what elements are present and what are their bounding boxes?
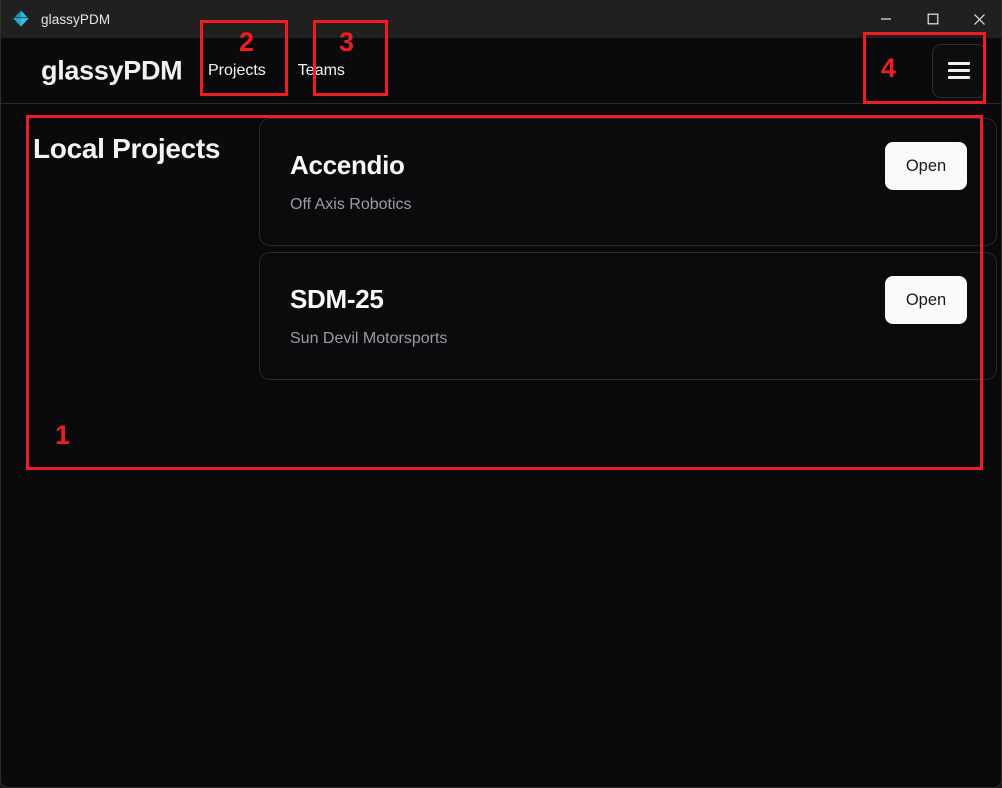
- app-brand-title: glassyPDM: [41, 55, 183, 85]
- app-window: glassyPDM glassyPDM Projects Teams Local…: [0, 0, 1002, 788]
- app-header: glassyPDM Projects Teams: [1, 38, 1001, 104]
- hamburger-icon: [948, 62, 970, 79]
- window-titlebar: glassyPDM: [1, 0, 1001, 38]
- nav-teams[interactable]: Teams: [296, 58, 347, 84]
- main-content: Local Projects Accendio Off Axis Robotic…: [1, 105, 1001, 787]
- project-name: Accendio: [290, 150, 405, 180]
- window-controls: [862, 0, 1001, 38]
- nav-projects[interactable]: Projects: [206, 58, 268, 84]
- page-title: Local Projects: [33, 133, 221, 164]
- maximize-icon[interactable]: [909, 0, 956, 38]
- close-icon[interactable]: [956, 0, 1001, 38]
- project-team: Sun Devil Motorsports: [290, 330, 448, 347]
- project-card-sdm-25[interactable]: SDM-25 Sun Devil Motorsports Open: [259, 252, 997, 380]
- minimize-icon[interactable]: [862, 0, 909, 38]
- project-card-accendio[interactable]: Accendio Off Axis Robotics Open: [259, 118, 997, 246]
- titlebar-left-group: glassyPDM: [1, 0, 862, 38]
- gem-icon: [11, 9, 31, 29]
- project-team: Off Axis Robotics: [290, 196, 412, 213]
- open-project-button[interactable]: Open: [885, 276, 967, 324]
- open-project-button[interactable]: Open: [885, 142, 967, 190]
- local-projects-list: Accendio Off Axis Robotics Open SDM-25 S…: [259, 118, 997, 380]
- window-title: glassyPDM: [41, 11, 111, 27]
- hamburger-menu-button[interactable]: [932, 43, 986, 98]
- project-name: SDM-25: [290, 284, 384, 314]
- main-navigation: Projects Teams: [206, 58, 347, 84]
